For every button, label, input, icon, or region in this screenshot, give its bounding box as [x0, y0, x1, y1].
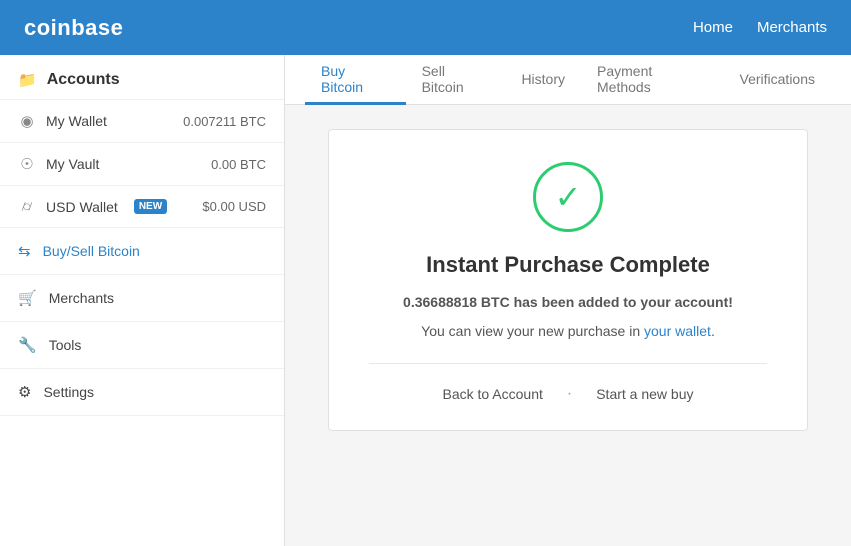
tab-buy-bitcoin[interactable]: Buy Bitcoin — [305, 55, 406, 105]
header-nav: Home Merchants — [693, 19, 827, 36]
start-new-buy-button[interactable]: Start a new buy — [588, 382, 701, 406]
tab-verifications[interactable]: Verifications — [724, 55, 831, 105]
back-to-account-button[interactable]: Back to Account — [434, 382, 550, 406]
sidebar: 📁 Accounts ◉ My Wallet 0.007211 BTC ☉ My… — [0, 55, 285, 546]
gear-icon: ⚙ — [18, 383, 31, 401]
tools-label: Tools — [49, 337, 82, 353]
action-dot: · — [567, 385, 572, 403]
nav-home[interactable]: Home — [693, 19, 733, 36]
accounts-section: 📁 Accounts — [0, 55, 284, 100]
purchase-desc: 0.36688818 BTC has been added to your ac… — [369, 292, 767, 313]
tab-history[interactable]: History — [505, 55, 581, 105]
settings-label: Settings — [43, 384, 94, 400]
vault-icon: ☉ — [18, 155, 36, 173]
nav-merchants[interactable]: Merchants — [757, 19, 827, 36]
dollar-icon: ⌭ — [18, 198, 36, 215]
sidebar-nav-settings[interactable]: ⚙ Settings — [0, 369, 284, 416]
buy-sell-label: Buy/Sell Bitcoin — [43, 243, 140, 259]
wallet-link[interactable]: your wallet — [644, 323, 711, 339]
exchange-icon: ⇆ — [18, 242, 31, 260]
accounts-icon: 📁 — [18, 71, 37, 89]
cart-icon: 🛒 — [18, 289, 37, 307]
sidebar-item-my-vault[interactable]: ☉ My Vault 0.00 BTC — [0, 143, 284, 186]
link-pre-text: You can view your new purchase in — [421, 323, 644, 339]
purchase-link-text: You can view your new purchase in your w… — [369, 323, 767, 339]
usd-wallet-value: $0.00 USD — [202, 199, 266, 214]
merchants-nav-label: Merchants — [49, 290, 114, 306]
usd-wallet-label: USD Wallet — [46, 199, 118, 215]
content-area: ✓ Instant Purchase Complete 0.36688818 B… — [285, 105, 851, 546]
card-divider — [369, 363, 767, 364]
tabs-bar: Buy Bitcoin Sell Bitcoin History Payment… — [285, 55, 851, 105]
main-content: Buy Bitcoin Sell Bitcoin History Payment… — [285, 55, 851, 546]
success-icon-wrapper: ✓ — [369, 162, 767, 232]
tools-icon: 🔧 — [18, 336, 37, 354]
logo: coinbase — [24, 15, 123, 41]
tab-sell-bitcoin[interactable]: Sell Bitcoin — [406, 55, 506, 105]
link-post-text: . — [711, 323, 715, 339]
new-badge: NEW — [134, 199, 167, 214]
checkmark-icon: ✓ — [555, 181, 582, 213]
header: coinbase Home Merchants — [0, 0, 851, 55]
sidebar-nav-merchants[interactable]: 🛒 Merchants — [0, 275, 284, 322]
purchase-amount: 0.36688818 BTC has been added to your ac… — [403, 294, 733, 310]
my-wallet-value: 0.007211 BTC — [183, 114, 266, 129]
success-circle: ✓ — [533, 162, 603, 232]
sidebar-item-usd-wallet[interactable]: ⌭ USD Wallet NEW $0.00 USD — [0, 186, 284, 228]
tab-payment-methods[interactable]: Payment Methods — [581, 55, 724, 105]
card-actions: Back to Account · Start a new buy — [369, 382, 767, 406]
sidebar-nav-tools[interactable]: 🔧 Tools — [0, 322, 284, 369]
wallet-icon: ◉ — [18, 112, 36, 130]
sidebar-nav-buy-sell[interactable]: ⇆ Buy/Sell Bitcoin — [0, 228, 284, 275]
my-vault-label: My Vault — [46, 156, 99, 172]
purchase-title: Instant Purchase Complete — [369, 252, 767, 278]
sidebar-item-my-wallet[interactable]: ◉ My Wallet 0.007211 BTC — [0, 100, 284, 143]
layout: 📁 Accounts ◉ My Wallet 0.007211 BTC ☉ My… — [0, 55, 851, 546]
accounts-label: Accounts — [47, 71, 120, 89]
purchase-card: ✓ Instant Purchase Complete 0.36688818 B… — [328, 129, 808, 431]
my-vault-value: 0.00 BTC — [211, 157, 266, 172]
my-wallet-label: My Wallet — [46, 113, 107, 129]
